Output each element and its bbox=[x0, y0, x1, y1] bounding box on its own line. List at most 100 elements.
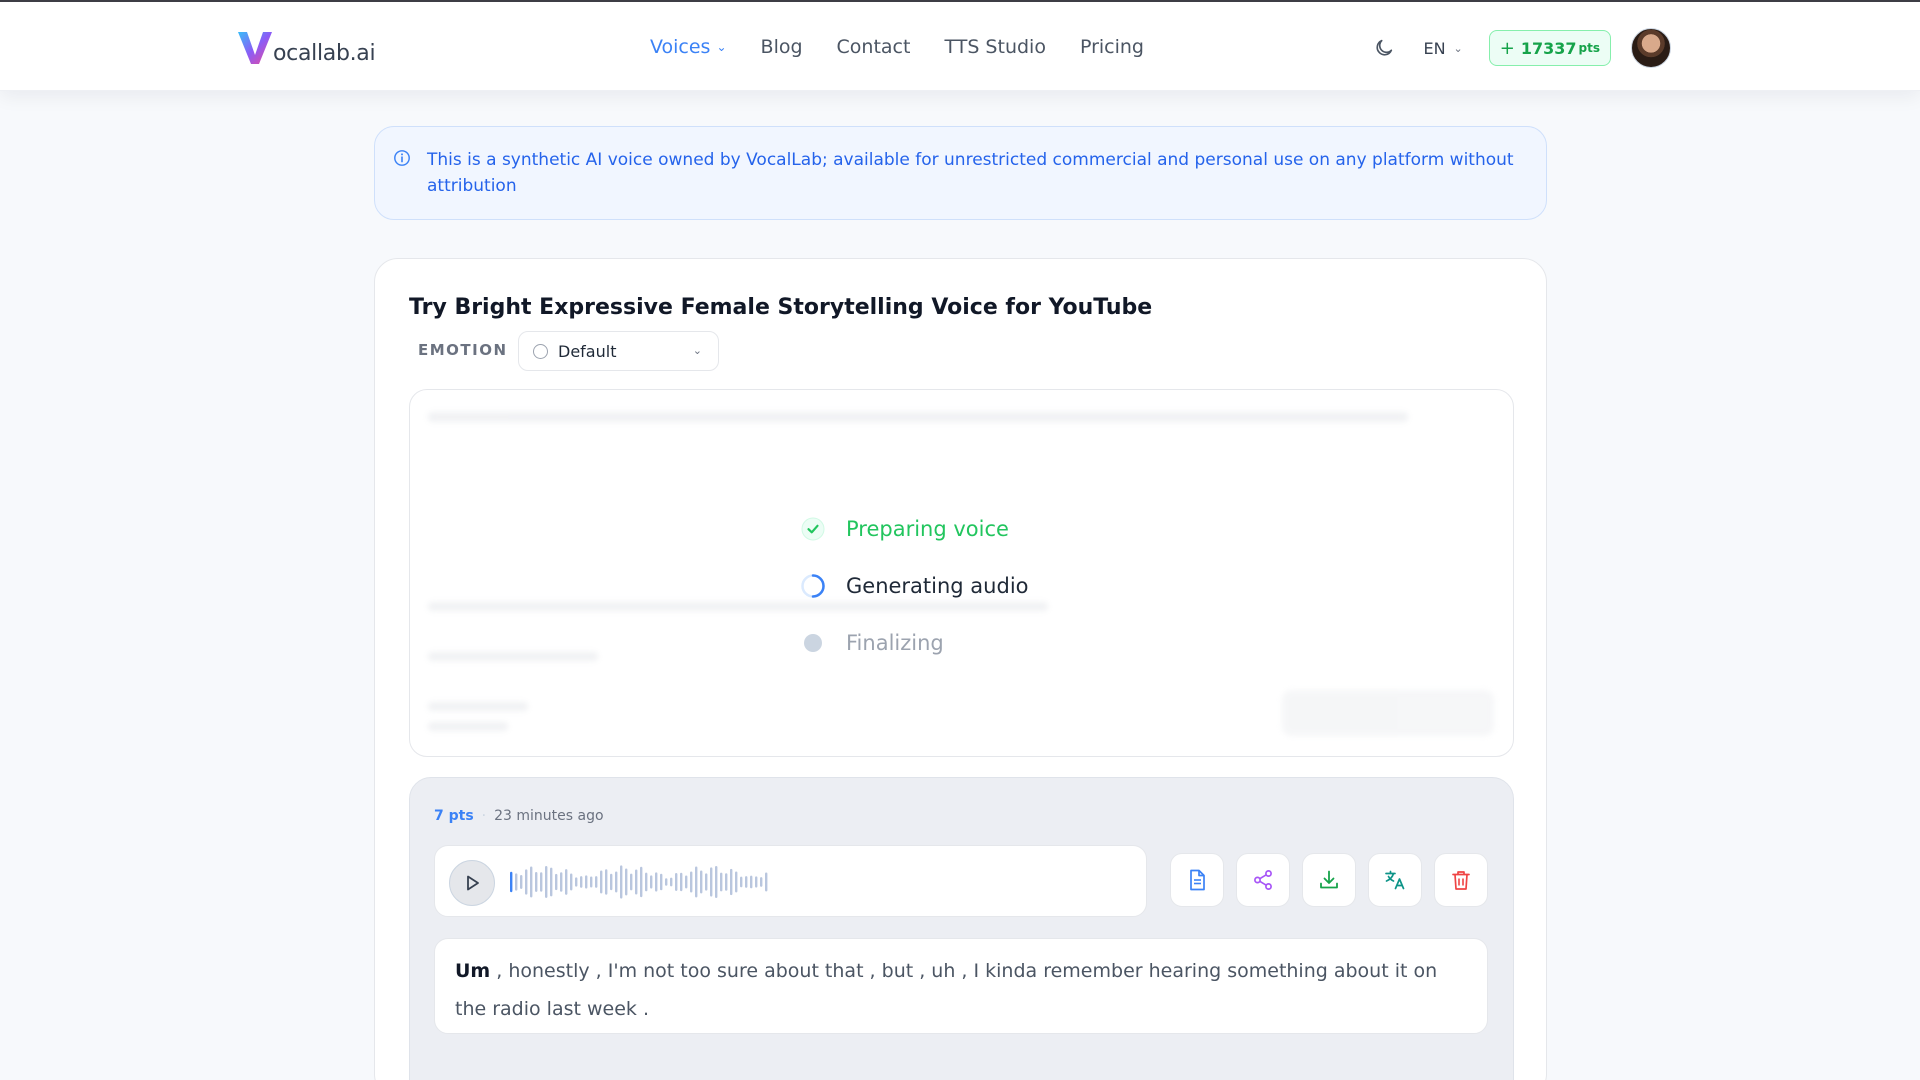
audio-actions bbox=[1170, 853, 1488, 907]
waveform-bar bbox=[635, 869, 638, 895]
nav-pricing-label: Pricing bbox=[1079, 36, 1144, 58]
meta-separator: · bbox=[481, 808, 487, 824]
nav-blog[interactable]: Blog bbox=[761, 36, 803, 58]
nav-contact[interactable]: Contact bbox=[837, 36, 911, 58]
points-unit: pts bbox=[1578, 41, 1600, 55]
document-icon bbox=[1190, 869, 1205, 891]
waveform-bar bbox=[660, 873, 663, 891]
nav-blog-label: Blog bbox=[760, 36, 803, 58]
waveform-bar bbox=[630, 873, 633, 891]
emotion-dropdown[interactable]: Default ⌄ bbox=[518, 331, 719, 371]
waveform-bar bbox=[640, 866, 643, 898]
waveform-bar bbox=[665, 878, 668, 886]
waveform-bar bbox=[620, 865, 623, 899]
transcript-rest: , honestly , I'm not too sure about that… bbox=[455, 960, 1438, 1020]
waveform-bar bbox=[765, 872, 768, 892]
waveform-bar bbox=[540, 872, 543, 892]
license-notice: This is a synthetic AI voice owned by Vo… bbox=[374, 126, 1547, 220]
waveform-bar bbox=[730, 868, 733, 896]
waveform-bar bbox=[575, 877, 578, 887]
waveform-bar bbox=[550, 867, 553, 897]
translate-button[interactable] bbox=[1368, 853, 1422, 907]
emotion-label: EMOTION bbox=[418, 341, 508, 359]
waveform-bar bbox=[720, 872, 723, 892]
step-label: Finalizing bbox=[846, 630, 944, 655]
audio-player bbox=[434, 845, 1147, 917]
waveform-bar bbox=[695, 866, 698, 898]
check-circle-icon bbox=[800, 516, 826, 542]
waveform-bar bbox=[515, 873, 518, 891]
waveform-bar bbox=[675, 873, 678, 891]
audio-cost: 7 pts bbox=[434, 808, 474, 824]
waveform-bar bbox=[585, 875, 588, 889]
waveform-bar bbox=[570, 873, 573, 891]
waveform-bar bbox=[745, 876, 748, 888]
waveform-bar bbox=[605, 869, 608, 895]
header-controls: EN ⌄ + 17337 pts bbox=[1373, 28, 1671, 68]
share-button[interactable] bbox=[1236, 853, 1290, 907]
waveform[interactable] bbox=[510, 864, 770, 900]
nav-pricing[interactable]: Pricing bbox=[1080, 36, 1144, 58]
generated-audio-item: 7 pts · 23 minutes ago Um , honestly , I… bbox=[409, 777, 1514, 1080]
waveform-bar bbox=[715, 865, 718, 899]
delete-button[interactable] bbox=[1434, 853, 1488, 907]
try-voice-title: Try Bright Expressive Female Storytellin… bbox=[409, 295, 1153, 320]
audio-meta: 7 pts · 23 minutes ago bbox=[434, 808, 604, 824]
waveform-bar bbox=[700, 870, 703, 894]
blurred-text-line bbox=[428, 652, 598, 661]
language-selector[interactable]: EN ⌄ bbox=[1423, 39, 1462, 58]
logo[interactable]: ocallab.ai bbox=[235, 26, 376, 68]
points-badge[interactable]: + 17337 pts bbox=[1488, 30, 1611, 66]
waveform-bar bbox=[740, 876, 743, 888]
transcript-highlighted-word: Um bbox=[455, 960, 491, 982]
waveform-bar bbox=[750, 875, 753, 889]
waveform-bar bbox=[625, 868, 628, 896]
transcript-text: Um , honestly , I'm not too sure about t… bbox=[434, 938, 1488, 1034]
waveform-bar bbox=[580, 876, 583, 888]
blurred-text-line bbox=[428, 722, 508, 731]
waveform-bar bbox=[535, 871, 538, 893]
waveform-bar bbox=[760, 877, 763, 887]
pending-dot-icon bbox=[800, 630, 826, 656]
play-button[interactable] bbox=[449, 860, 495, 906]
language-value: EN bbox=[1423, 38, 1446, 58]
nav-tts-studio[interactable]: TTS Studio bbox=[944, 36, 1046, 58]
waveform-bar bbox=[595, 876, 598, 888]
dark-mode-toggle-icon[interactable] bbox=[1373, 37, 1395, 59]
main-nav: Voices ⌄ Blog Contact TTS Studio Pricing bbox=[650, 32, 1178, 62]
nav-voices[interactable]: Voices ⌄ bbox=[650, 36, 727, 58]
points-value: 17337 bbox=[1520, 38, 1577, 58]
plus-icon: + bbox=[1499, 37, 1515, 59]
chevron-down-icon: ⌄ bbox=[1453, 41, 1463, 55]
progress-steps: Preparing voice Generating audio Finaliz… bbox=[800, 500, 1029, 671]
waveform-bar bbox=[650, 875, 653, 889]
emotion-circle-icon bbox=[533, 343, 548, 359]
download-button[interactable] bbox=[1302, 853, 1356, 907]
logo-text: ocallab.ai bbox=[273, 41, 376, 66]
waveform-bar bbox=[755, 876, 758, 888]
step-preparing: Preparing voice bbox=[800, 500, 1029, 557]
waveform-bar bbox=[655, 872, 658, 892]
license-notice-text: This is a synthetic AI voice owned by Vo… bbox=[427, 150, 1514, 196]
share-icon bbox=[1254, 870, 1272, 890]
try-voice-card: Try Bright Expressive Female Storytellin… bbox=[374, 258, 1547, 1080]
waveform-bar bbox=[610, 873, 613, 891]
user-avatar[interactable] bbox=[1631, 28, 1671, 68]
waveform-bar bbox=[680, 872, 683, 892]
waveform-bar bbox=[525, 869, 528, 895]
emotion-value: Default bbox=[558, 341, 617, 361]
waveform-bar bbox=[555, 873, 558, 891]
view-text-button[interactable] bbox=[1170, 853, 1224, 907]
waveform-bar bbox=[545, 866, 548, 898]
logo-v-icon bbox=[238, 32, 272, 64]
spinner-icon bbox=[800, 573, 826, 599]
nav-contact-label: Contact bbox=[836, 36, 911, 58]
top-navbar: ocallab.ai Voices ⌄ Blog Contact TTS Stu… bbox=[0, 2, 1920, 91]
waveform-bar bbox=[710, 867, 713, 897]
blurred-text-line bbox=[428, 412, 1408, 422]
waveform-bar bbox=[690, 871, 693, 893]
trash-icon bbox=[1452, 871, 1470, 890]
info-icon bbox=[394, 150, 410, 166]
waveform-bar bbox=[725, 873, 728, 891]
chevron-down-icon: ⌄ bbox=[692, 344, 702, 357]
